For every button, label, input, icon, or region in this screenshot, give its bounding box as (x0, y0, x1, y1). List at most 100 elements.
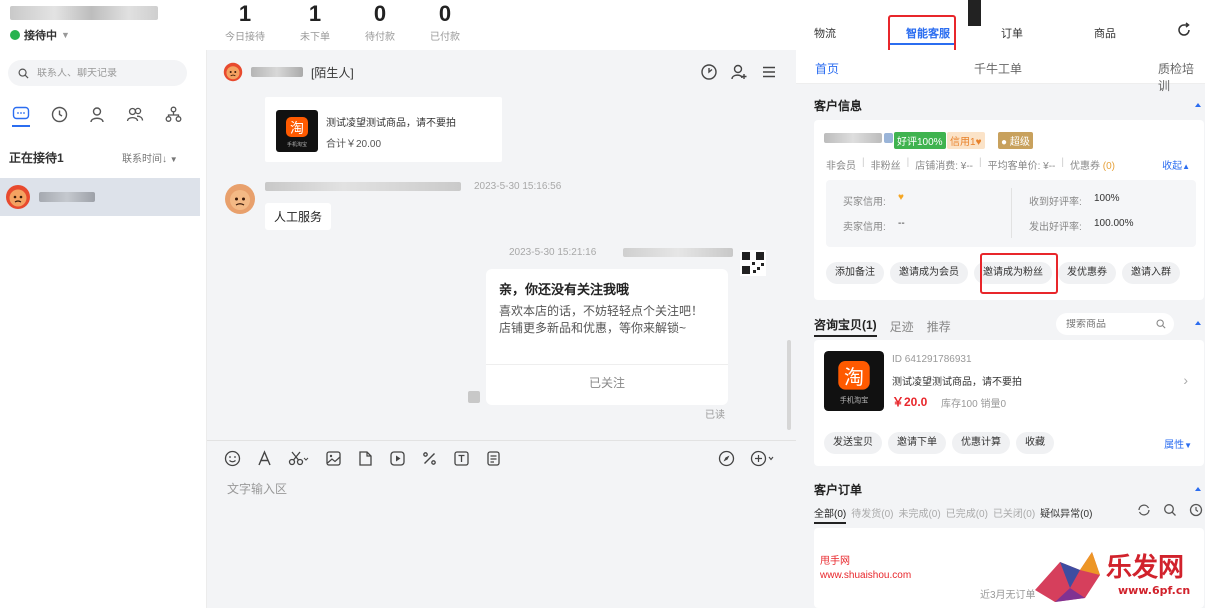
input-toolbar-right (718, 450, 776, 467)
followed-button[interactable]: 已关注 (486, 374, 728, 391)
order-tab-incomplete[interactable]: 未完成(0) (898, 505, 940, 524)
invite-member-button[interactable]: 邀请成为会员 (890, 262, 968, 284)
search-icon[interactable] (1163, 503, 1177, 517)
text-template-icon[interactable] (453, 450, 470, 467)
attributes-dropdown[interactable]: 属性▼ (1164, 436, 1192, 451)
tab-orders[interactable]: 订单 (1001, 25, 1023, 41)
tab-logistics[interactable]: 物流 (814, 25, 836, 41)
divider (1011, 188, 1012, 238)
qr-code-icon[interactable] (740, 250, 766, 276)
service-status-dropdown[interactable]: 接待中 ▼ (10, 27, 70, 43)
emoji-icon[interactable] (224, 450, 241, 467)
order-tab-all[interactable]: 全部(0) (814, 505, 847, 524)
online-status-icon (10, 30, 20, 40)
image-icon[interactable] (325, 450, 342, 467)
refresh-icon[interactable] (1176, 22, 1192, 38)
product-tabs: 咨询宝贝(1) 足迹 推荐 (814, 316, 951, 337)
video-icon[interactable] (389, 450, 406, 467)
service-status-label: 接待中 (24, 30, 57, 42)
collapse-arrow-icon[interactable] (1195, 487, 1201, 491)
taobao-logo-char: 淘 (290, 121, 304, 137)
stat-label: 待付款 (365, 32, 395, 43)
robot-reply-icon[interactable] (750, 450, 776, 467)
form-icon[interactable] (485, 450, 502, 467)
order-card-message[interactable]: 淘手机淘宝 测试凌望测试商品，请不要拍 合计￥20.00 (265, 97, 502, 162)
received-rating-value: 100% (1094, 193, 1120, 204)
tab-footprints[interactable]: 足迹 (890, 318, 914, 335)
stat-pending-payment[interactable]: 0 待付款 (350, 2, 410, 44)
order-tab-pending-ship[interactable]: 待发货(0) (851, 505, 893, 524)
follow-card-title: 亲，你还没有关注我哦 (499, 282, 630, 297)
stat-today-received[interactable]: 1 今日接待 (215, 2, 275, 44)
chevron-right-icon[interactable]: › (1183, 372, 1188, 388)
collapse-arrow-icon[interactable] (1195, 103, 1201, 107)
org-tree-icon (165, 106, 181, 122)
discount-calc-button[interactable]: 优惠计算 (952, 432, 1010, 454)
order-tab-closed[interactable]: 已关闭(0) (993, 505, 1035, 524)
favorite-button[interactable]: 收藏 (1016, 432, 1054, 454)
history-icon[interactable] (1189, 503, 1203, 517)
coupon-percent-icon[interactable] (421, 450, 438, 467)
scissors-icon[interactable] (288, 450, 310, 467)
contact-search-box[interactable] (8, 60, 187, 86)
file-icon[interactable] (357, 450, 374, 467)
chat-scrollbar[interactable] (787, 340, 791, 430)
collapse-button[interactable]: 收起▲ (1162, 157, 1190, 172)
tab-products[interactable]: 商品 (1094, 25, 1116, 41)
product-card: 淘手机淘宝 ID 641291786931 测试凌望测试商品，请不要拍 ￥20.… (814, 340, 1204, 466)
contact-name-blurred (39, 192, 95, 202)
separator: | (1061, 157, 1064, 168)
top-bar: 接待中 ▼ 1 今日接待 1 未下单 0 待付款 0 已付款 (0, 0, 796, 50)
add-person-icon[interactable] (730, 63, 748, 81)
right-panel: 物流 智能客服 订单 商品 首页 千牛工单 质检培训 客户信息 好评100% 信… (796, 0, 1205, 608)
stat-paid[interactable]: 0 已付款 (415, 2, 475, 44)
customer-avatar[interactable] (224, 183, 256, 215)
product-search-box[interactable] (1056, 313, 1174, 335)
order-tab-abnormal[interactable]: 疑似异常(0) (1040, 505, 1092, 524)
order-tab-complete[interactable]: 已完成(0) (946, 505, 988, 524)
subtab-home[interactable]: 首页 (815, 60, 839, 77)
chat-bubble-icon (12, 106, 30, 120)
right-tabs: 物流 智能客服 订单 商品 (796, 0, 1205, 61)
product-search-input[interactable] (1066, 318, 1146, 330)
watermark-logo: 乐发网 www.6pf.cn (1035, 552, 1190, 602)
stranger-tag: [陌生人] (311, 65, 354, 80)
compass-icon[interactable] (718, 450, 736, 467)
chat-header: [陌生人] (207, 50, 796, 94)
add-note-button[interactable]: 添加备注 (826, 262, 884, 284)
right-subtabs: 首页 千牛工单 质检培训 (796, 50, 1205, 93)
sort-by-contact-time[interactable]: 联系时间↓ ▼ (122, 150, 178, 165)
tab-chats[interactable] (12, 105, 30, 127)
tab-org[interactable] (164, 105, 182, 123)
sync-icon[interactable] (1137, 503, 1151, 517)
tab-history[interactable] (50, 105, 68, 123)
timer-icon[interactable] (700, 63, 718, 81)
credit-details: 买家信用: ♥ 卖家信用: -- 收到好评率: 100% 发出好评率: 100.… (826, 180, 1196, 247)
product-thumbnail[interactable]: 淘手机淘宝 (824, 351, 884, 411)
credit-tag-label: 信用1 (950, 137, 976, 148)
caret-down-icon: ▼ (61, 30, 70, 40)
tab-recommend[interactable]: 推荐 (927, 318, 951, 335)
contact-search-input[interactable] (37, 67, 177, 79)
subtab-quality-training[interactable]: 质检培训 (1158, 60, 1205, 94)
send-coupon-button[interactable]: 发优惠券 (1058, 262, 1116, 284)
stat-not-ordered[interactable]: 1 未下单 (285, 2, 345, 44)
send-product-button[interactable]: 发送宝贝 (824, 432, 882, 454)
message-input[interactable] (227, 482, 767, 496)
meta-shop-spend: 店铺消费: ¥-- (915, 161, 973, 172)
person-icon (90, 106, 104, 122)
tab-inquired-products[interactable]: 咨询宝贝(1) (814, 316, 877, 337)
menu-icon[interactable] (760, 63, 778, 81)
tab-contacts[interactable] (88, 105, 106, 123)
tab-groups[interactable] (126, 105, 144, 123)
contact-list-item[interactable] (0, 178, 200, 216)
shop-name-blurred (10, 6, 158, 20)
subtab-workorder[interactable]: 千牛工单 (974, 60, 1022, 77)
invite-group-button[interactable]: 邀请入群 (1122, 262, 1180, 284)
chat-header-actions (700, 63, 778, 81)
sent-rating-label: 发出好评率: (1029, 222, 1082, 233)
invite-order-button[interactable]: 邀请下单 (888, 432, 946, 454)
collapse-arrow-icon[interactable] (1195, 321, 1201, 325)
buyer-credit-label: 买家信用: (843, 197, 886, 208)
font-icon[interactable] (256, 450, 273, 467)
